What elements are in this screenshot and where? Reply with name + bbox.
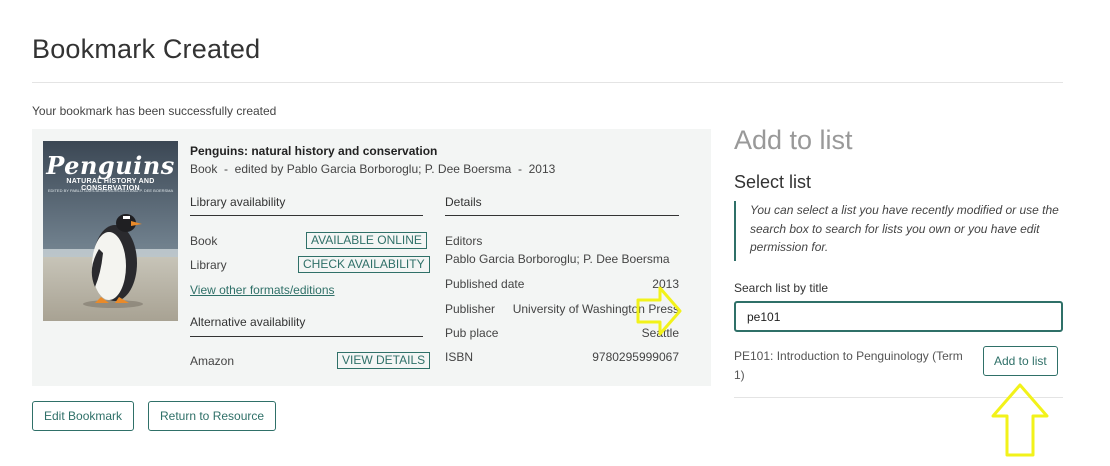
availability-label-book: Book [190, 234, 218, 248]
resource-meta: Book - edited by Pablo Garcia Borboroglu… [190, 162, 556, 176]
editors-label: Editors [445, 234, 483, 248]
library-availability-heading: Library availability [190, 195, 286, 209]
availability-label-library: Library [190, 258, 227, 272]
edit-bookmark-button[interactable]: Edit Bookmark [32, 401, 135, 431]
library-availability-divider [190, 215, 423, 216]
pub-place-label: Pub place [445, 326, 499, 340]
select-list-heading: Select list [734, 172, 812, 192]
search-list-input[interactable] [734, 301, 1063, 332]
page-title: Bookmark Created [32, 34, 261, 64]
view-other-formats-link[interactable]: View other formats/editions [190, 283, 335, 297]
alternative-availability-divider [190, 336, 423, 337]
title-divider [32, 82, 1063, 83]
view-details-button[interactable]: VIEW DETAILS [337, 352, 431, 369]
cover-byline: EDITED BY PABLO GARCIA BORBOROGLU AND P.… [47, 188, 174, 193]
publisher-label: Publisher [445, 302, 496, 316]
isbn-label: ISBN [445, 350, 474, 364]
search-list-label: Search list by title [734, 281, 829, 295]
add-to-list-button[interactable]: Add to list [983, 346, 1058, 376]
arrow-up-annotation-icon [991, 383, 1049, 457]
return-to-resource-button[interactable]: Return to Resource [148, 401, 277, 431]
cover-title: Penguins [46, 151, 175, 180]
details-heading: Details [445, 195, 482, 209]
success-message: Your bookmark has been successfully crea… [32, 104, 277, 118]
book-cover-image[interactable]: Penguins NATURAL HISTORY AND CONSERVATIO… [43, 141, 178, 321]
arrow-right-annotation-icon [636, 286, 682, 336]
resource-title: Penguins: natural history and conservati… [190, 144, 438, 158]
published-date-label: Published date [445, 277, 525, 291]
details-divider [445, 215, 679, 216]
check-availability-button[interactable]: CHECK AVAILABILITY [298, 256, 430, 273]
editors-value: Pablo Garcia Borboroglu; P. Dee Boersma [445, 252, 670, 266]
alternative-availability-heading: Alternative availability [190, 315, 306, 329]
isbn-value: 9780295999067 [592, 350, 679, 364]
resource-card: Penguins NATURAL HISTORY AND CONSERVATIO… [32, 129, 711, 386]
help-text: You can select a list you have recently … [734, 201, 1063, 261]
list-result-label: PE101: Introduction to Penguinology (Ter… [734, 349, 963, 382]
add-to-list-heading: Add to list [734, 125, 853, 155]
availability-label-amazon: Amazon [190, 354, 235, 368]
available-online-button[interactable]: AVAILABLE ONLINE [306, 232, 427, 249]
